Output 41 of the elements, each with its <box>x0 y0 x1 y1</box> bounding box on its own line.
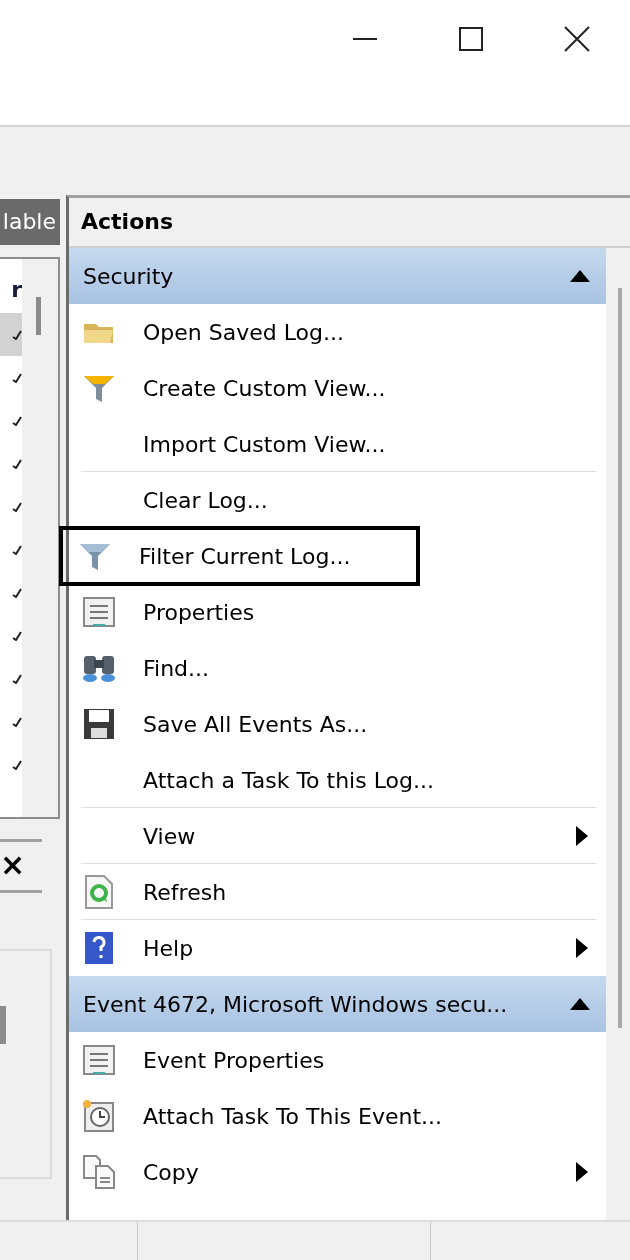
pane-title: Actions <box>69 198 630 248</box>
scrollbar-thumb[interactable] <box>618 288 622 1028</box>
check-icon <box>12 458 22 469</box>
check-icon <box>12 544 22 555</box>
collapse-arrow-icon <box>570 998 590 1010</box>
collapse-arrow-icon <box>570 270 590 282</box>
check-icon <box>12 372 22 383</box>
clock-icon <box>81 1098 117 1134</box>
action-item[interactable]: Open Saved Log... <box>69 304 606 360</box>
properties-icon <box>81 1042 117 1078</box>
action-item[interactable]: Clear Log... <box>69 472 606 528</box>
check-icon <box>12 630 22 641</box>
check-icon <box>12 759 22 770</box>
check-icon <box>12 673 22 684</box>
section-header[interactable]: Security <box>69 248 606 304</box>
action-item[interactable]: Filter Current Log... <box>61 528 418 584</box>
action-item[interactable]: Create Custom View... <box>69 360 606 416</box>
action-item[interactable]: Properties <box>69 584 606 640</box>
action-item[interactable]: Save All Events As... <box>69 696 606 752</box>
scrollbar-thumb[interactable] <box>0 1006 6 1044</box>
close-button[interactable]: × <box>0 839 42 893</box>
check-icon <box>12 329 22 340</box>
check-icon <box>12 501 22 512</box>
check-icon <box>12 415 22 426</box>
action-item[interactable]: Event Properties <box>69 1032 606 1088</box>
action-item[interactable]: Copy <box>69 1144 606 1200</box>
action-item[interactable]: Find... <box>69 640 606 696</box>
submenu-arrow-icon <box>576 1162 588 1182</box>
tab[interactable]: lable <box>0 199 60 245</box>
column-header: r <box>10 276 22 304</box>
submenu-arrow-icon <box>576 938 588 958</box>
submenu-arrow-icon <box>576 826 588 846</box>
action-item[interactable]: Help <box>69 920 606 976</box>
copy-icon <box>81 1154 117 1190</box>
check-icon <box>12 716 22 727</box>
scrollbar-thumb[interactable] <box>36 297 41 335</box>
check-icon <box>12 587 22 598</box>
list-row[interactable] <box>0 313 22 356</box>
section-header[interactable]: Event 4672, Microsoft Windows secu... <box>69 976 606 1032</box>
properties-icon <box>81 594 117 630</box>
action-item[interactable]: Attach Task To This Event... <box>69 1088 606 1144</box>
